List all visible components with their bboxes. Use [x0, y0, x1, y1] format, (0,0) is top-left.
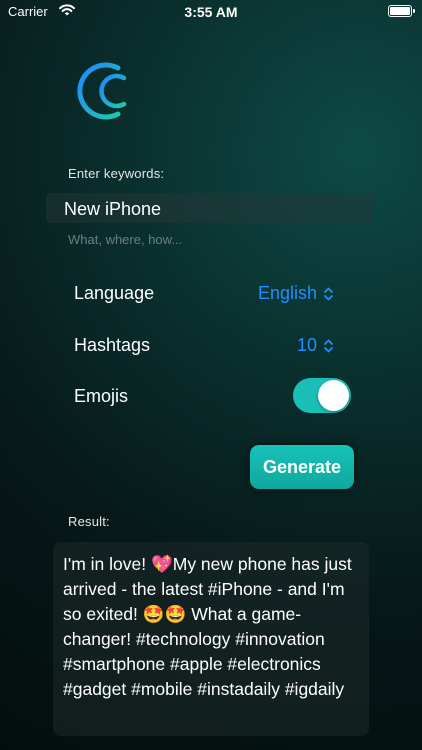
- emojis-label: Emojis: [74, 386, 129, 406]
- hashtags-label: Hashtags: [74, 335, 151, 355]
- battery-icon: [388, 5, 415, 17]
- status-bar: Carrier 3:55 AM: [0, 0, 422, 26]
- generate-button[interactable]: Generate: [250, 445, 354, 489]
- language-picker[interactable]: English: [258, 283, 334, 304]
- keywords-hint: What, where, how...: [68, 232, 183, 247]
- emojis-toggle[interactable]: [293, 378, 351, 413]
- chevron-up-down-icon: [324, 287, 333, 300]
- result-label: Result:: [68, 514, 110, 529]
- result-text[interactable]: I'm in love! 💖My new phone has just arri…: [53, 542, 369, 736]
- app-logo-icon: [77, 62, 127, 120]
- language-value: English: [257, 283, 317, 303]
- status-time: 3:55 AM: [184, 4, 238, 20]
- chevron-up-down-icon: [324, 339, 333, 352]
- hashtags-picker[interactable]: 10: [297, 335, 334, 356]
- keywords-label: Enter keywords:: [68, 166, 165, 181]
- toggle-knob: [318, 380, 349, 411]
- hashtags-value: 10: [296, 335, 317, 355]
- keywords-input[interactable]: New iPhone: [46, 193, 374, 223]
- language-label: Language: [74, 283, 155, 303]
